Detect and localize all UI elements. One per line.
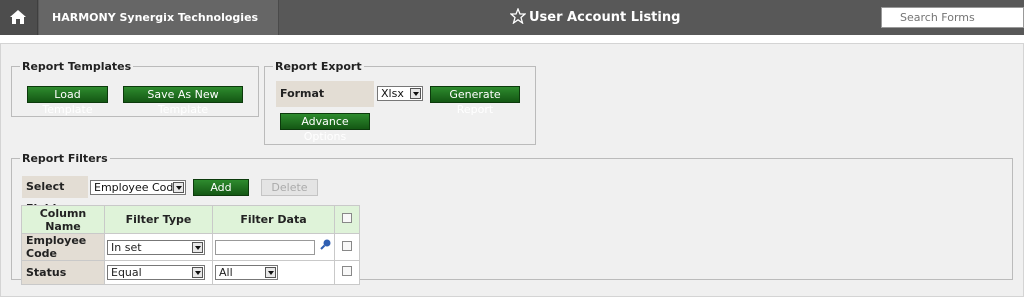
filter-data-input[interactable] [215, 239, 315, 255]
row-name: Status [21, 260, 105, 285]
save-as-new-template-button[interactable]: Save As New Template [123, 86, 243, 116]
column-name-header: Column Name [21, 205, 105, 234]
select-field-dropdown[interactable]: Employee Code [90, 180, 186, 195]
search-forms-input[interactable] [881, 7, 1024, 28]
filter-type-cell: Equal [104, 260, 213, 285]
report-filters-legend: Report Filters [22, 152, 108, 165]
chevron-down-icon [173, 182, 184, 193]
page-title-text: User Account Listing [529, 10, 681, 25]
filter-data-cell [212, 233, 335, 261]
chevron-down-icon [192, 241, 203, 253]
filter-data-cell: All [212, 260, 335, 285]
format-label: Format [276, 81, 374, 107]
lookup-icon[interactable] [319, 238, 332, 250]
filter-type-value: Equal [111, 266, 142, 279]
top-bar: HARMONY Synergix Technologies Pte Ltd Us… [0, 0, 1024, 59]
filter-type-value: In set [111, 240, 142, 254]
select-field-value: Employee Code [94, 181, 181, 194]
report-export-legend: Report Export [275, 60, 362, 73]
table-row: Status Equal All [21, 260, 360, 285]
page-title: User Account Listing [509, 0, 681, 35]
filter-type-header: Filter Type [104, 205, 213, 234]
select-field-label: Select Field [22, 176, 88, 215]
row-name: Employee Code [21, 233, 105, 261]
filter-type-select[interactable]: Equal [107, 265, 205, 280]
row-select-cell [334, 233, 360, 261]
home-button[interactable] [0, 0, 38, 35]
add-filter-button[interactable]: Add [193, 179, 249, 196]
filter-data-select[interactable]: All [215, 265, 278, 280]
row-checkbox[interactable] [342, 266, 352, 276]
row-select-cell [334, 260, 360, 285]
select-all-checkbox[interactable] [342, 213, 352, 223]
format-select[interactable]: Xlsx [377, 86, 423, 101]
format-select-value: Xlsx [381, 87, 404, 100]
load-template-button[interactable]: Load Template [27, 86, 108, 116]
star-icon[interactable] [509, 7, 527, 25]
filter-data-header: Filter Data [212, 205, 335, 234]
chevron-down-icon [265, 267, 276, 278]
select-all-cell [334, 205, 360, 234]
delete-filter-button[interactable]: Delete [261, 179, 318, 196]
filter-table-header: Column Name Filter Type Filter Data [21, 205, 360, 234]
filter-type-select[interactable]: In set [107, 239, 205, 255]
generate-report-button[interactable]: Generate Report [430, 86, 520, 116]
report-templates-legend: Report Templates [22, 60, 132, 73]
chevron-down-icon [410, 88, 421, 99]
home-icon [10, 10, 26, 24]
filter-table: Column Name Filter Type Filter Data Empl… [21, 205, 360, 285]
filter-data-value: All [219, 266, 233, 279]
company-selector[interactable]: HARMONY Synergix Technologies Pte Ltd [39, 0, 279, 59]
row-checkbox[interactable] [342, 240, 352, 251]
filter-type-cell: In set [104, 233, 213, 261]
advance-options-button[interactable]: Advance Options [280, 113, 370, 143]
table-row: Employee Code In set [21, 233, 360, 261]
chevron-down-icon [192, 267, 203, 278]
